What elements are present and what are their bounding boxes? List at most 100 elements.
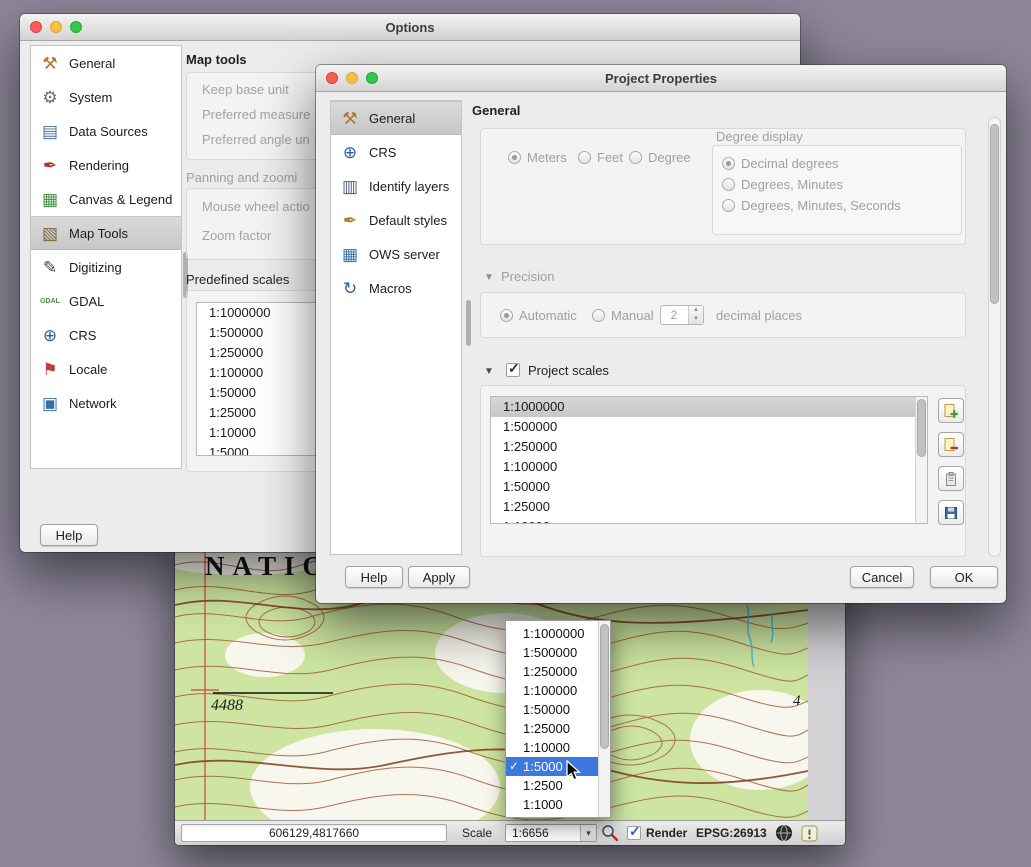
feet-radio[interactable] [578, 151, 591, 164]
stepper-arrows-icon[interactable]: ▲▼ [688, 306, 703, 324]
project-scales-list[interactable]: 1:1000000 1:500000 1:250000 1:100000 1:5… [490, 396, 928, 524]
minimize-button[interactable] [346, 72, 358, 84]
sidebar-item-locale[interactable]: ⚑ Locale [31, 352, 181, 386]
decimal-places-stepper[interactable]: 2 ▲▼ [660, 305, 704, 325]
dropdown-item[interactable]: 1:50000 [506, 700, 598, 719]
mouse-wheel-label: Mouse wheel actio [202, 199, 310, 214]
zoom-button[interactable] [70, 21, 82, 33]
scale-list-item[interactable]: 1:50000 [491, 477, 915, 497]
pp-scrollbar[interactable] [988, 117, 1001, 557]
scale-list-item[interactable]: 1:250000 [491, 437, 915, 457]
sidebar-item-default-styles[interactable]: ✒ Default styles [331, 203, 461, 237]
dropdown-scrollbar-thumb[interactable] [600, 624, 609, 749]
decimal-degrees-radio[interactable] [722, 157, 735, 170]
help-button[interactable]: Help [40, 524, 98, 546]
mouse-cursor [566, 760, 582, 782]
project-scales-checkbox[interactable]: ✓ [506, 363, 520, 377]
sidebar-item-network[interactable]: ▣ Network [31, 386, 181, 420]
dropdown-item-selected[interactable]: ✓ 1:5000 [506, 757, 598, 776]
sidebar-item-canvas-legend[interactable]: ▦ Canvas & Legend [31, 182, 181, 216]
sidebar-item-data-sources[interactable]: ▤ Data Sources [31, 114, 181, 148]
chevron-down-icon[interactable]: ▾ [580, 825, 596, 841]
coordinate-display[interactable]: 606129,4817660 [181, 824, 447, 842]
epsg-label: EPSG:26913 [696, 826, 767, 840]
dropdown-item[interactable]: 1:1000000 [506, 624, 598, 643]
network-icon: ▣ [38, 395, 62, 412]
meters-radio[interactable] [508, 151, 521, 164]
add-scale-button[interactable] [938, 398, 964, 423]
options-titlebar[interactable]: Options [20, 14, 800, 41]
scale-list-item[interactable]: 1:100000 [491, 457, 915, 477]
options-sidebar: ⚒ General ⚙ System ▤ Data Sources ✒ Rend… [30, 45, 182, 469]
sidebar-item-macros[interactable]: ↻ Macros [331, 271, 461, 305]
map-label-national: NATIO [205, 551, 332, 582]
sidebar-item-label: Default styles [369, 213, 447, 228]
sidebar-item-general[interactable]: ⚒ General [31, 46, 181, 80]
sidebar-item-label: Canvas & Legend [69, 192, 172, 207]
sidebar-item-label: Locale [69, 362, 107, 377]
save-scales-button[interactable] [938, 500, 964, 525]
list-scrollbar[interactable] [915, 397, 927, 523]
magnifier-icon[interactable] [601, 824, 619, 845]
dropdown-item[interactable]: 1:100000 [506, 681, 598, 700]
scale-list-item[interactable]: 1:500000 [491, 417, 915, 437]
scale-list-item[interactable]: 1:25000 [491, 497, 915, 517]
ok-button[interactable]: OK [930, 566, 998, 588]
sidebar-item-identify-layers[interactable]: ▥ Identify layers [331, 169, 461, 203]
scale-combo[interactable]: 1:6656 ▾ [505, 824, 597, 842]
map-tools-icon: ▧ [38, 225, 62, 242]
sidebar-item-label: OWS server [369, 247, 440, 262]
sidebar-item-crs[interactable]: ⊕ CRS [31, 318, 181, 352]
render-checkbox[interactable]: ✓ [627, 826, 641, 840]
remove-scale-button[interactable] [938, 432, 964, 457]
precision-expand-icon[interactable]: ▼ [484, 272, 494, 283]
degrees-minutes-seconds-radio[interactable] [722, 199, 735, 212]
load-scales-button[interactable] [938, 466, 964, 491]
scale-list-item[interactable]: 1:10000 [491, 517, 915, 524]
manual-radio[interactable] [592, 309, 605, 322]
manual-label: Manual [611, 308, 654, 323]
preferred-measure-label: Preferred measure [202, 107, 310, 122]
dropdown-item[interactable]: 1:1000 [506, 795, 598, 814]
help-button[interactable]: Help [345, 566, 403, 588]
degree-radio[interactable] [629, 151, 642, 164]
sidebar-item-map-tools[interactable]: ▧ Map Tools [31, 216, 181, 250]
pp-scrollbar-thumb[interactable] [990, 124, 999, 304]
automatic-radio[interactable] [500, 309, 513, 322]
sidebar-item-system[interactable]: ⚙ System [31, 80, 181, 114]
decimal-degrees-label: Decimal degrees [741, 156, 839, 171]
sidebar-item-digitizing[interactable]: ✎ Digitizing [31, 250, 181, 284]
close-button[interactable] [326, 72, 338, 84]
degrees-minutes-radio[interactable] [722, 178, 735, 191]
scale-list-item-selected[interactable]: 1:1000000 [491, 397, 915, 417]
project-scales-heading: Project scales [528, 363, 609, 378]
flag-icon: ⚑ [38, 361, 62, 378]
dropdown-scrollbar[interactable] [598, 621, 610, 817]
stepper-value: 2 [661, 306, 687, 324]
apply-button[interactable]: Apply [408, 566, 470, 588]
cancel-button[interactable]: Cancel [850, 566, 914, 588]
pp-titlebar[interactable]: Project Properties [316, 65, 1006, 92]
preferred-angle-label: Preferred angle un [202, 132, 310, 147]
list-scrollbar-thumb[interactable] [917, 399, 926, 457]
render-label: Render [646, 826, 687, 840]
globe-icon: ⊕ [338, 144, 362, 161]
project-scales-expand-icon[interactable]: ▼ [484, 366, 494, 377]
dropdown-item[interactable]: 1:2500 [506, 776, 598, 795]
crs-status-icon[interactable] [775, 824, 793, 845]
dropdown-item[interactable]: 1:10000 [506, 738, 598, 757]
sidebar-item-gdal[interactable]: GDAL GDAL [31, 284, 181, 318]
zoom-button[interactable] [366, 72, 378, 84]
dropdown-item[interactable]: 1:500000 [506, 643, 598, 662]
sidebar-item-ows-server[interactable]: ▦ OWS server [331, 237, 461, 271]
sidebar-item-general[interactable]: ⚒ General [331, 101, 461, 135]
close-button[interactable] [30, 21, 42, 33]
meters-label: Meters [527, 150, 567, 165]
sidebar-item-crs[interactable]: ⊕ CRS [331, 135, 461, 169]
sidebar-item-rendering[interactable]: ✒ Rendering [31, 148, 181, 182]
dropdown-item[interactable]: 1:250000 [506, 662, 598, 681]
dropdown-item[interactable]: 1:25000 [506, 719, 598, 738]
messages-warning-icon[interactable] [801, 825, 818, 845]
minimize-button[interactable] [50, 21, 62, 33]
sidebar-scrollbar-thumb[interactable] [466, 300, 471, 346]
